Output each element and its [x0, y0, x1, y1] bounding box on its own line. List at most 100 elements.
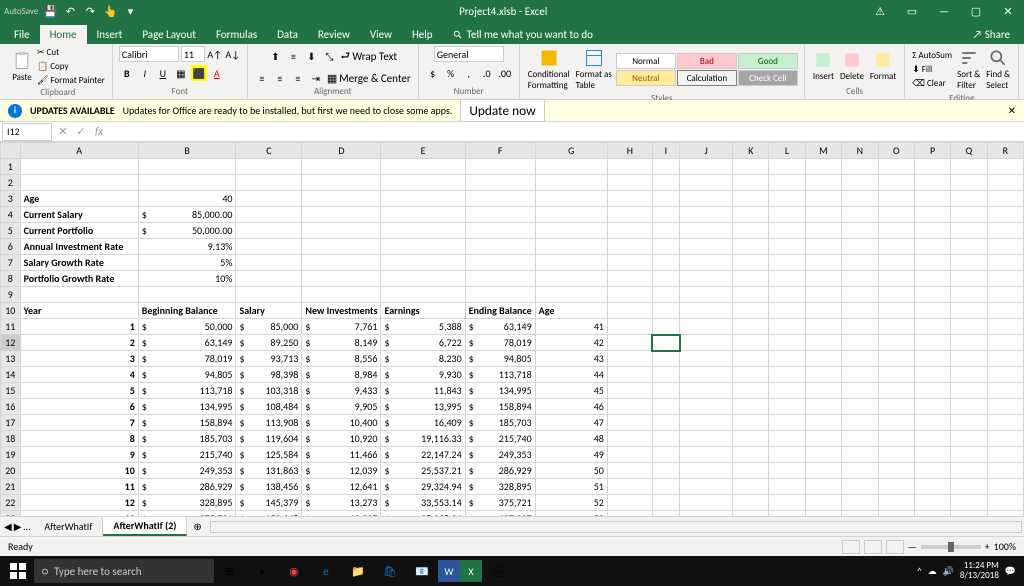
col-head-Q[interactable]: Q — [951, 143, 987, 159]
tab-help[interactable]: Help — [402, 25, 443, 44]
orientation-icon[interactable]: ⤡ — [321, 49, 337, 65]
row-head-17[interactable]: 17 — [1, 415, 21, 431]
row-head-16[interactable]: 16 — [1, 399, 21, 415]
enter-formula-icon[interactable]: ✓ — [72, 123, 90, 141]
col-head-C[interactable]: C — [236, 143, 302, 159]
col-head-K[interactable]: K — [733, 143, 769, 159]
spreadsheet-grid[interactable]: ABCDEFGHIJKLMNOPQR123Age404Current Salar… — [0, 142, 1024, 516]
sheet-tab-2[interactable]: AfterWhatIf (2) — [103, 517, 187, 536]
tab-data[interactable]: Data — [267, 25, 308, 44]
row-4[interactable]: 4Current Salary$85,000.00 — [1, 207, 1024, 223]
row-head-22[interactable]: 22 — [1, 495, 21, 511]
row-head-20[interactable]: 20 — [1, 463, 21, 479]
style-normal[interactable]: Normal — [616, 53, 676, 69]
row-1[interactable]: 1 — [1, 159, 1024, 175]
minimize-button[interactable]: — — [932, 0, 956, 22]
update-now-button[interactable]: Update now — [460, 99, 544, 122]
taskbar-word-icon[interactable]: W — [438, 560, 460, 582]
row-head-7[interactable]: 7 — [1, 255, 21, 271]
fill-button[interactable]: ⬇ Fill — [911, 63, 953, 76]
taskbar-search[interactable]: ○Type here to search — [34, 559, 214, 583]
format-as-table-button[interactable]: Format asTable — [574, 46, 614, 93]
zoom-slider[interactable] — [921, 545, 981, 549]
paste-button[interactable]: Paste — [10, 49, 34, 85]
align-center-icon[interactable]: ≡ — [272, 70, 288, 86]
border-button[interactable]: ▦ — [173, 65, 189, 81]
tray-cloud-icon[interactable]: ☁ — [928, 566, 937, 577]
row-head-3[interactable]: 3 — [1, 191, 21, 207]
col-head-J[interactable]: J — [680, 143, 733, 159]
row-9[interactable]: 9 — [1, 287, 1024, 303]
taskbar-app-1[interactable]: ● — [246, 556, 278, 586]
tab-home[interactable]: Home — [40, 25, 87, 44]
row-10[interactable]: 10YearBeginning BalanceSalaryNew Investm… — [1, 303, 1024, 319]
font-color-button[interactable]: A — [209, 65, 225, 81]
row-6[interactable]: 6Annual Investment Rate9.13% — [1, 239, 1024, 255]
row-8[interactable]: 8Portfolio Growth Rate10% — [1, 271, 1024, 287]
row-5[interactable]: 5Current Portfolio$50,000.00 — [1, 223, 1024, 239]
align-left-icon[interactable]: ≡ — [254, 70, 270, 86]
cut-button[interactable]: ✂ Cut — [36, 46, 106, 59]
row-head-8[interactable]: 8 — [1, 271, 21, 287]
row-head-2[interactable]: 2 — [1, 175, 21, 191]
row-head-9[interactable]: 9 — [1, 287, 21, 303]
formula-input[interactable] — [108, 123, 1024, 141]
close-button[interactable]: ✕ — [996, 0, 1020, 22]
horizontal-scrollbar[interactable] — [210, 521, 1022, 533]
zoom-out-icon[interactable]: — — [908, 540, 917, 553]
col-head-O[interactable]: O — [878, 143, 914, 159]
row-head-14[interactable]: 14 — [1, 367, 21, 383]
new-sheet-icon[interactable]: ⊕ — [187, 520, 207, 533]
row-head-6[interactable]: 6 — [1, 239, 21, 255]
sort-filter-button[interactable]: Sort &Filter — [955, 46, 982, 93]
align-top-icon[interactable]: ⬆ — [267, 49, 283, 65]
increase-font-icon[interactable]: A↑ — [207, 46, 223, 62]
italic-button[interactable]: I — [137, 65, 153, 81]
tab-page-layout[interactable]: Page Layout — [132, 25, 206, 44]
fill-color-button[interactable]: ⬛ — [191, 65, 207, 81]
name-box[interactable] — [2, 123, 52, 141]
col-head-F[interactable]: F — [465, 143, 535, 159]
increase-decimal-icon[interactable]: .0 — [479, 65, 495, 81]
col-head-E[interactable]: E — [381, 143, 465, 159]
tray-notifications-icon[interactable]: 💬 — [1005, 566, 1016, 577]
col-head-G[interactable]: G — [535, 143, 607, 159]
tab-view[interactable]: View — [360, 25, 402, 44]
col-head-N[interactable]: N — [842, 143, 878, 159]
merge-center-button[interactable]: ▦ Merge & Center — [326, 71, 412, 86]
row-23[interactable]: 2313$375,721$152,648$13,937$38,268.94$42… — [1, 511, 1024, 517]
taskbar-explorer-icon[interactable]: 📁 — [342, 556, 374, 586]
style-neutral[interactable]: Neutral — [616, 70, 676, 86]
tray-volume-icon[interactable]: 🔊 — [943, 566, 954, 577]
row-15[interactable]: 155$113,718$103,318$9,433$11,843$134,995… — [1, 383, 1024, 399]
style-good[interactable]: Good — [738, 53, 798, 69]
sheet-nav-next-icon[interactable]: ▶ — [14, 520, 22, 533]
row-head-12[interactable]: 12 — [1, 335, 21, 351]
currency-button[interactable]: $ — [425, 65, 441, 81]
start-button[interactable] — [2, 556, 34, 586]
save-icon[interactable]: 💾 — [42, 3, 58, 19]
sheet-tab-1[interactable]: AfterWhatIf — [34, 518, 103, 535]
redo-icon[interactable]: ↷ — [82, 3, 98, 19]
customize-qat-icon[interactable]: ▾ — [122, 3, 138, 19]
style-calculation[interactable]: Calculation — [677, 70, 737, 86]
tab-file[interactable]: File — [4, 25, 40, 44]
undo-icon[interactable]: ↶ — [62, 3, 78, 19]
row-18[interactable]: 188$185,703$119,604$10,920$19,116.33$215… — [1, 431, 1024, 447]
share-button[interactable]: ↗ Share — [963, 25, 1020, 44]
zoom-in-icon[interactable]: + — [985, 540, 990, 553]
col-head-A[interactable]: A — [20, 143, 138, 159]
normal-view-icon[interactable] — [842, 540, 860, 554]
sheet-nav-prev-icon[interactable]: ◀ — [4, 520, 12, 533]
align-right-icon[interactable]: ≡ — [290, 70, 306, 86]
row-13[interactable]: 133$78,019$93,713$8,556$8,230$94,80543 — [1, 351, 1024, 367]
col-head-I[interactable]: I — [652, 143, 679, 159]
row-head-23[interactable]: 23 — [1, 511, 21, 517]
row-7[interactable]: 7Salary Growth Rate5% — [1, 255, 1024, 271]
delete-cells-button[interactable]: Delete — [838, 48, 866, 84]
row-head-4[interactable]: 4 — [1, 207, 21, 223]
find-select-button[interactable]: Find &Select — [984, 46, 1012, 93]
row-head-15[interactable]: 15 — [1, 383, 21, 399]
format-cells-button[interactable]: Format — [868, 48, 898, 84]
bold-button[interactable]: B — [119, 65, 135, 81]
